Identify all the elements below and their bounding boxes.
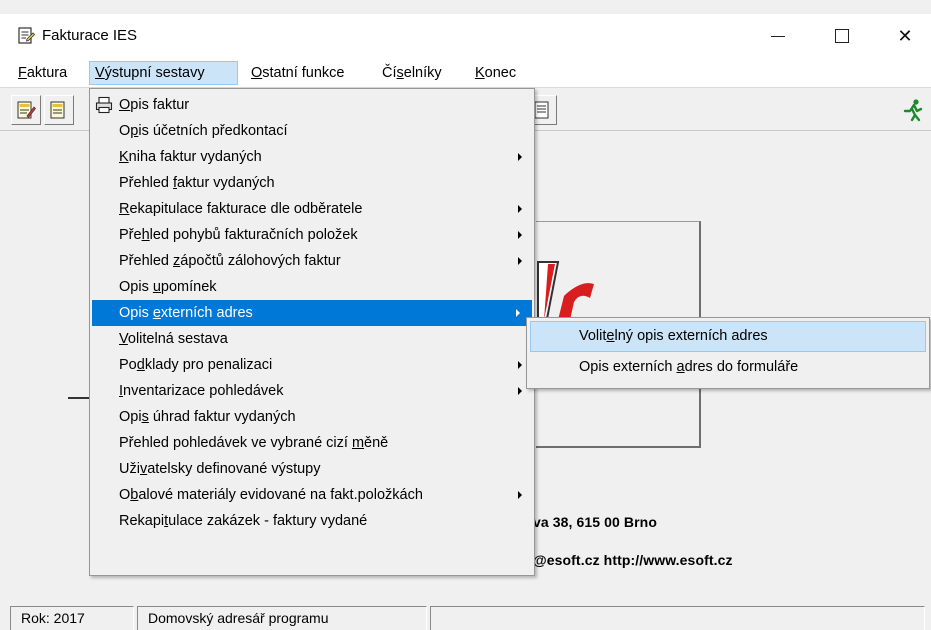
menu-item-uzivatelsky-definovane-vystupy[interactable]: Uživatelsky definované výstupy — [90, 456, 534, 482]
menu-item-obalove-materialy-evidovane-na-fakt-polozkach[interactable]: Obalové materiály evidované na fakt.polo… — [90, 482, 534, 508]
toolbar-button-invoice-list[interactable] — [44, 95, 74, 125]
close-icon: ✕ — [897, 25, 913, 46]
menu-item-opis-ucetnich-predkontaci[interactable]: Opis účetních předkontací — [90, 118, 534, 144]
menu-item-label: Rekapitulace zakázek - faktury vydané — [119, 513, 368, 529]
menu-item-label: Uživatelsky definované výstupy — [119, 461, 321, 477]
submenu-opis-externich-adres: Volitelný opis externích adres Opis exter… — [526, 317, 930, 389]
menu-item-label: Přehled zápočtů zálohových faktur — [119, 253, 341, 269]
menu-item-label: Volitelná sestava — [119, 331, 228, 347]
menu-ciselniky[interactable]: Číselníky — [377, 61, 447, 85]
menu-item-volitelna-sestava[interactable]: Volitelná sestava — [90, 326, 534, 352]
menu-item-label: Inventarizace pohledávek — [119, 383, 284, 399]
menu-item-label: Opis externích adres — [119, 305, 253, 321]
submenu-arrow-icon — [518, 361, 522, 369]
status-year: Rok: 2017 — [10, 606, 134, 630]
menu-item-label: Opis faktur — [119, 97, 190, 113]
submenu-item-volitelny-opis-externich-adres[interactable]: Volitelný opis externích adres — [530, 321, 926, 352]
application-window: Fakturace IES ✕ Faktura Výstupní sestavy… — [0, 0, 931, 630]
menu-item-rekapitulace-fakturace-dle-odberatele[interactable]: Rekapitulace fakturace dle odběratele — [90, 196, 534, 222]
menu-item-opis-uhrad-faktur-vydanych[interactable]: Opis úhrad faktur vydaných — [90, 404, 534, 430]
menu-faktura[interactable]: Faktura — [13, 61, 72, 85]
menu-item-label: Obalové materiály evidované na fakt.polo… — [119, 487, 423, 503]
submenu-arrow-icon — [518, 231, 522, 239]
menu-item-label: Opis úhrad faktur vydaných — [119, 409, 296, 425]
submenu-item-opis-externich-adres-do-formulare[interactable]: Opis externích adres do formuláře — [527, 352, 929, 383]
menu-item-podklady-pro-penalizaci[interactable]: Podklady pro penalizaci — [90, 352, 534, 378]
invoice-list-icon — [50, 101, 65, 119]
submenu-arrow-icon — [518, 153, 522, 161]
menu-item-label: Kniha faktur vydaných — [119, 149, 262, 165]
maximize-button[interactable] — [817, 14, 867, 58]
company-address: va 38, 615 00 Brno — [533, 514, 657, 530]
window-title: Fakturace IES — [42, 27, 138, 44]
menu-item-label: Přehled pohybů fakturačních položek — [119, 227, 358, 243]
menu-ostatni-funkce[interactable]: Ostatní funkce — [246, 61, 350, 85]
submenu-arrow-icon — [516, 309, 520, 317]
dropdown-vystupni-sestavy: Opis faktur Opis účetních předkontací Knih… — [89, 88, 535, 576]
menu-item-inventarizace-pohledavek[interactable]: Inventarizace pohledávek — [90, 378, 534, 404]
menu-item-prehled-zapoctu-zalohovych-faktur[interactable]: Přehled zápočtů zálohových faktur — [90, 248, 534, 274]
minimize-button[interactable] — [753, 14, 803, 58]
menu-item-opis-faktur[interactable]: Opis faktur — [90, 92, 534, 118]
menu-konec[interactable]: Konec — [470, 61, 521, 85]
menu-item-opis-externich-adres[interactable]: Opis externích adres — [92, 300, 532, 326]
menu-item-prehled-pohledavek-ve-vybrane-cizi-mene[interactable]: Přehled pohledávek ve vybrané cizí měně — [90, 430, 534, 456]
company-contact: @esoft.cz http://www.esoft.cz — [533, 552, 733, 568]
minimize-icon — [771, 35, 785, 37]
status-bar: Rok: 2017 Domovský adresář programu — [0, 600, 931, 630]
menu-item-prehled-faktur-vydanych[interactable]: Přehled faktur vydaných — [90, 170, 534, 196]
menu-item-label: Podklady pro penalizaci — [119, 357, 273, 373]
title-bar[interactable]: Fakturace IES ✕ — [0, 14, 931, 58]
printer-icon — [95, 96, 113, 114]
menu-item-kniha-faktur-vydanych[interactable]: Kniha faktur vydaných — [90, 144, 534, 170]
submenu-arrow-icon — [518, 205, 522, 213]
menu-bar: Faktura Výstupní sestavy Ostatní funkce … — [0, 58, 931, 88]
app-icon[interactable] — [16, 26, 36, 46]
menu-item-label: Opis upomínek — [119, 279, 217, 295]
menu-item-label: Rekapitulace fakturace dle odběratele — [119, 201, 363, 217]
menu-item-label: Přehled pohledávek ve vybrané cizí měně — [119, 435, 389, 451]
maximize-icon — [835, 29, 849, 43]
close-button[interactable]: ✕ — [880, 14, 930, 58]
menu-item-label: Opis účetních předkontací — [119, 123, 288, 139]
menu-item-label: Přehled faktur vydaných — [119, 175, 275, 191]
status-directory: Domovský adresář programu — [137, 606, 427, 630]
status-panel-empty — [430, 606, 925, 630]
submenu-arrow-icon — [518, 257, 522, 265]
menu-vystupni-sestavy[interactable]: Výstupní sestavy — [89, 61, 238, 85]
toolbar-button-invoice-edit[interactable] — [11, 95, 41, 125]
menu-item-prehled-pohybu-fakturacnich-polozek[interactable]: Přehled pohybů fakturačních položek — [90, 222, 534, 248]
exit-runner-icon[interactable] — [902, 98, 924, 122]
menu-item-rekapitulace-zakazek-faktury-vydane[interactable]: Rekapitulace zakázek - faktury vydané — [90, 508, 534, 534]
submenu-arrow-icon — [518, 491, 522, 499]
submenu-arrow-icon — [518, 387, 522, 395]
menu-item-opis-upominek[interactable]: Opis upomínek — [90, 274, 534, 300]
invoice-edit-icon — [17, 101, 36, 119]
